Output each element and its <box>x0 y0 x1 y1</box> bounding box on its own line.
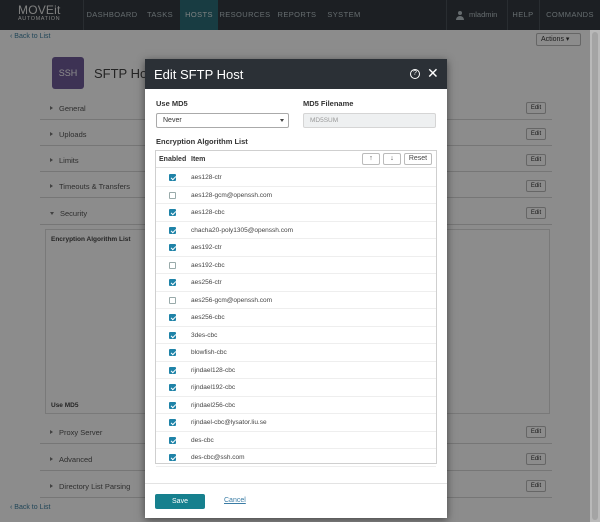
enabled-checkbox[interactable] <box>169 436 176 444</box>
enabled-checkbox[interactable] <box>169 261 176 269</box>
algorithm-name: 3des-cbc <box>191 331 218 339</box>
enabled-checkbox[interactable] <box>169 349 176 356</box>
dialog-footer: Save Cancel <box>145 483 447 518</box>
chevron-down-icon <box>280 119 284 122</box>
list-item[interactable]: rijndael256-cbc <box>156 397 436 414</box>
enabled-checkbox[interactable] <box>169 191 176 199</box>
col-enabled: Enabled <box>159 156 187 163</box>
use-md5-label: Use MD5 <box>156 99 188 108</box>
save-button[interactable]: Save <box>155 494 205 509</box>
enabled-checkbox[interactable] <box>169 384 176 391</box>
list-item[interactable]: des-cbc <box>156 432 436 449</box>
algorithm-name: rijndael256-cbc <box>191 401 236 409</box>
list-item[interactable]: blowfish-cbc <box>156 344 436 362</box>
list-item[interactable]: chacha20-poly1305@openssh.com <box>156 222 436 239</box>
enabled-checkbox[interactable] <box>169 244 176 251</box>
list-item[interactable]: 3des-cbc <box>156 327 436 344</box>
use-md5-value: Never <box>163 117 182 124</box>
cancel-link[interactable]: Cancel <box>224 497 246 504</box>
scrollbar-thumb[interactable] <box>592 32 598 520</box>
enabled-checkbox[interactable] <box>169 401 176 409</box>
list-item[interactable]: rijndael192-cbc <box>156 379 436 397</box>
algorithm-name: blowfish-cbc <box>191 349 227 356</box>
algorithm-list-title: Encryption Algorithm List <box>156 137 248 146</box>
enabled-checkbox[interactable] <box>169 209 176 216</box>
algorithm-name: aes256-ctr <box>191 279 222 286</box>
reset-button[interactable]: Reset <box>404 153 432 165</box>
move-down-button[interactable]: ↓ <box>383 153 401 165</box>
page-scrollbar[interactable] <box>590 30 600 522</box>
col-item: Item <box>191 156 206 163</box>
list-item[interactable]: aes256-cbc <box>156 309 436 327</box>
dialog-title: Edit SFTP Host <box>154 67 244 82</box>
list-item[interactable]: aes256-ctr <box>156 274 436 292</box>
algorithm-name: des-cbc <box>191 436 214 444</box>
algorithm-name: aes128-ctr <box>191 174 222 181</box>
enabled-checkbox[interactable] <box>169 226 176 234</box>
list-item[interactable]: rijndael128-cbc <box>156 362 436 379</box>
enabled-checkbox[interactable] <box>169 419 176 426</box>
algorithm-name: rijndael192-cbc <box>191 384 236 391</box>
list-item[interactable]: aes128-cbc <box>156 204 436 222</box>
enabled-checkbox[interactable] <box>169 174 176 181</box>
dialog-header: Edit SFTP Host ? ✕ <box>145 59 447 89</box>
list-header: Enabled Item ↑ ↓ Reset <box>156 151 436 168</box>
algorithm-name: aes192-cbc <box>191 261 225 269</box>
edit-sftp-host-dialog: Edit SFTP Host ? ✕ Use MD5 Never MD5 Fil… <box>145 59 447 518</box>
enabled-checkbox[interactable] <box>169 279 176 286</box>
md5-filename-field[interactable]: MD5SUM <box>303 113 436 128</box>
list-item[interactable]: aes192-cbc <box>156 257 436 274</box>
enabled-checkbox[interactable] <box>169 454 176 461</box>
algorithm-name: rijndael-cbc@lysator.liu.se <box>191 419 267 426</box>
close-icon[interactable]: ✕ <box>427 66 439 80</box>
help-icon[interactable]: ? <box>410 69 420 79</box>
list-item[interactable]: rijndael-cbc@lysator.liu.se <box>156 414 436 432</box>
enabled-checkbox[interactable] <box>169 331 176 339</box>
enabled-checkbox[interactable] <box>169 296 176 304</box>
enabled-checkbox[interactable] <box>169 366 176 374</box>
list-item[interactable]: aes256-gcm@openssh.com <box>156 292 436 309</box>
algorithm-name: aes256-gcm@openssh.com <box>191 296 273 304</box>
algorithm-name: aes128-cbc <box>191 209 225 216</box>
enabled-checkbox[interactable] <box>169 314 176 321</box>
use-md5-select[interactable]: Never <box>156 113 289 128</box>
list-item[interactable]: aes192-ctr <box>156 239 436 257</box>
algorithm-name: aes192-ctr <box>191 244 222 251</box>
list-item[interactable]: des-cbc@ssh.com <box>156 449 436 467</box>
algorithm-name: des-cbc@ssh.com <box>191 454 245 461</box>
algorithm-name: aes256-cbc <box>191 314 225 321</box>
algorithm-name: rijndael128-cbc <box>191 366 236 374</box>
list-item[interactable]: aes128-gcm@openssh.com <box>156 187 436 204</box>
algorithm-name: aes128-gcm@openssh.com <box>191 191 273 199</box>
algorithm-list: Enabled Item ↑ ↓ Reset aes128-ctr aes128-… <box>155 150 437 467</box>
md5-filename-label: MD5 Filename <box>303 99 354 108</box>
list-item[interactable]: aes128-ctr <box>156 169 436 187</box>
algorithm-name: chacha20-poly1305@openssh.com <box>191 226 293 234</box>
move-up-button[interactable]: ↑ <box>362 153 380 165</box>
